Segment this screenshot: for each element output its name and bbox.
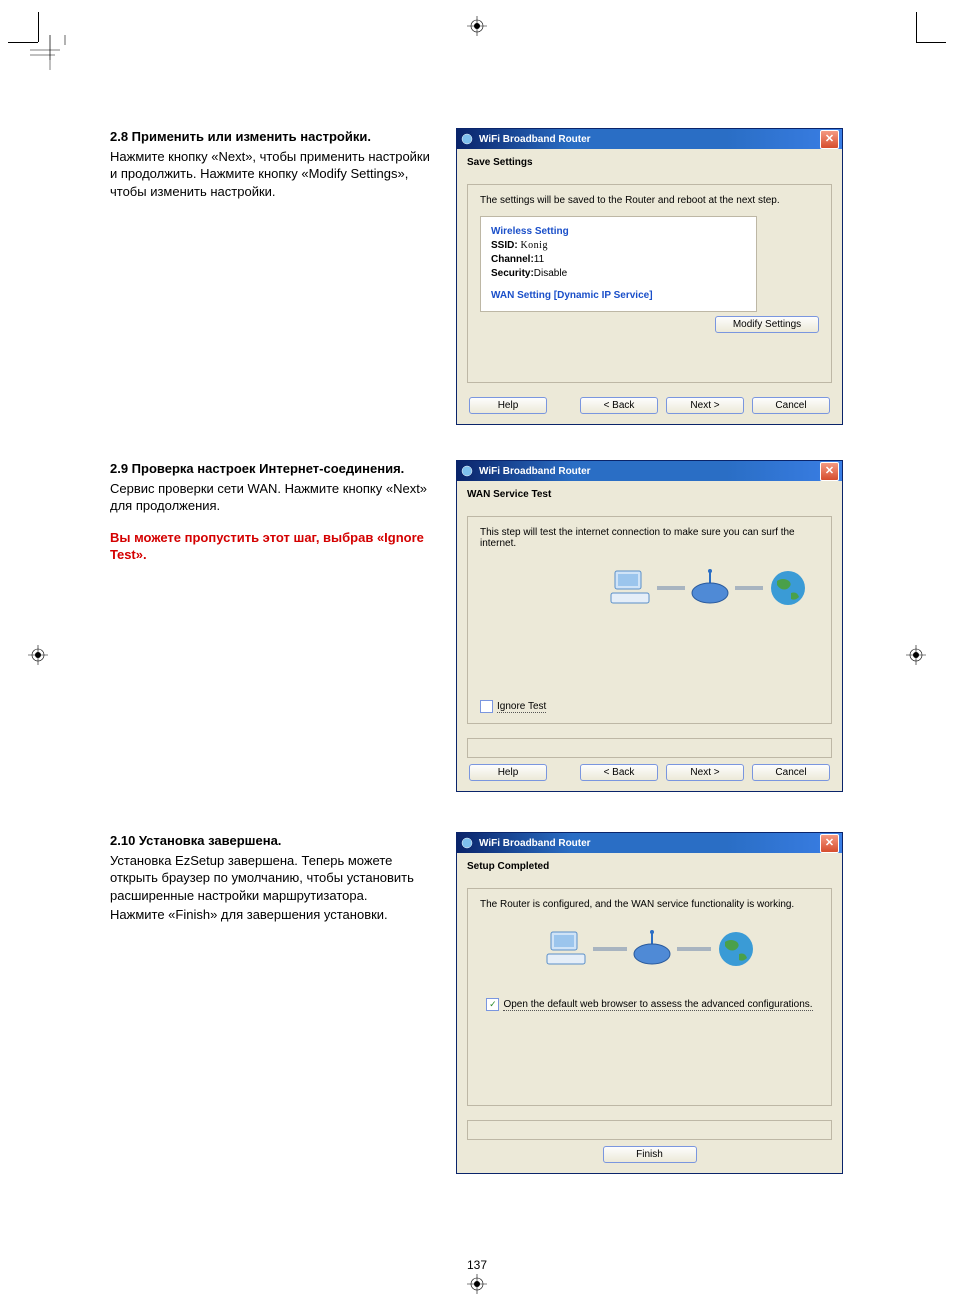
section-2-10-heading: 2.10 Установка завершена. (110, 832, 440, 850)
dialog-save-settings: WiFi Broadband Router ✕ Save Settings Th… (456, 128, 843, 425)
close-button[interactable]: ✕ (820, 462, 839, 481)
window-title: WiFi Broadband Router (479, 466, 591, 477)
modify-settings-button[interactable]: Modify Settings (715, 316, 819, 333)
close-button[interactable]: ✕ (820, 130, 839, 149)
open-browser-checkbox[interactable]: ✓ (486, 998, 499, 1011)
cable-icon (593, 944, 627, 954)
section-2-10-body1: Установка EzSetup завершена. Теперь може… (110, 852, 440, 905)
computer-icon (607, 567, 653, 609)
dialog-setup-completed: WiFi Broadband Router ✕ Setup Completed … (456, 832, 843, 1174)
window-title: WiFi Broadband Router (479, 134, 591, 145)
router-icon (689, 569, 731, 607)
window-title: WiFi Broadband Router (479, 838, 591, 849)
next-button[interactable]: Next > (666, 764, 744, 781)
section-2-9-body: Сервис проверки сети WAN. Нажмите кнопку… (110, 480, 440, 515)
dialog-section-title: Save Settings (467, 157, 832, 168)
cancel-button[interactable]: Cancel (752, 397, 830, 414)
cable-icon (657, 583, 685, 593)
registration-mark-top (467, 16, 487, 36)
cable-icon (735, 583, 763, 593)
registration-mark-bottom (467, 1274, 487, 1294)
globe-icon (767, 567, 809, 609)
help-button[interactable]: Help (469, 764, 547, 781)
dialog-section-title: WAN Service Test (467, 489, 832, 500)
registration-mark-left (28, 645, 48, 665)
section-2-9-heading: 2.9 Проверка настроек Интернет-соединени… (110, 460, 440, 478)
wan-setting-heading: WAN Setting [Dynamic IP Service] (491, 289, 746, 303)
cable-icon (677, 944, 711, 954)
next-button[interactable]: Next > (666, 397, 744, 414)
wan-test-description: This step will test the internet connect… (480, 527, 819, 549)
page-number: 137 (0, 1258, 954, 1272)
section-2-9-note: Вы можете пропустить этот шаг, выбрав «I… (110, 529, 440, 564)
ignore-test-checkbox[interactable] (480, 700, 493, 713)
section-2-8-heading: 2.8 Применить или изменить настройки. (110, 128, 440, 146)
save-settings-description: The settings will be saved to the Router… (480, 195, 819, 206)
spacer-panel (467, 1120, 832, 1140)
back-button[interactable]: < Back (580, 397, 658, 414)
router-icon (631, 930, 673, 968)
dialog-wan-service-test: WiFi Broadband Router ✕ WAN Service Test… (456, 460, 843, 792)
registration-mark-right (906, 645, 926, 665)
cancel-button[interactable]: Cancel (752, 764, 830, 781)
titlebar: WiFi Broadband Router ✕ (457, 833, 842, 853)
spacer-panel (467, 738, 832, 758)
settings-summary-box: Wireless Setting SSID: Konig Channel:11 … (480, 216, 757, 312)
computer-icon (543, 928, 589, 970)
finish-button[interactable]: Finish (603, 1146, 697, 1163)
globe-icon (715, 928, 757, 970)
titlebar: WiFi Broadband Router ✕ (457, 461, 842, 481)
titlebar: WiFi Broadband Router ✕ (457, 129, 842, 149)
back-button[interactable]: < Back (580, 764, 658, 781)
dialog-section-title: Setup Completed (467, 861, 832, 872)
close-button[interactable]: ✕ (820, 834, 839, 853)
help-button[interactable]: Help (469, 397, 547, 414)
app-icon (460, 132, 474, 146)
app-icon (460, 464, 474, 478)
setup-completed-description: The Router is configured, and the WAN se… (480, 899, 819, 910)
ignore-test-label: Ignore Test (497, 701, 546, 713)
network-diagram (480, 928, 819, 970)
wireless-setting-heading: Wireless Setting (491, 225, 746, 239)
network-diagram (480, 567, 809, 609)
open-browser-label: Open the default web browser to assess t… (503, 999, 812, 1011)
section-2-8-body: Нажмите кнопку «Next», чтобы применить н… (110, 148, 440, 201)
section-2-10-body2: Нажмите «Finish» для завершения установк… (110, 906, 440, 924)
app-icon (460, 836, 474, 850)
